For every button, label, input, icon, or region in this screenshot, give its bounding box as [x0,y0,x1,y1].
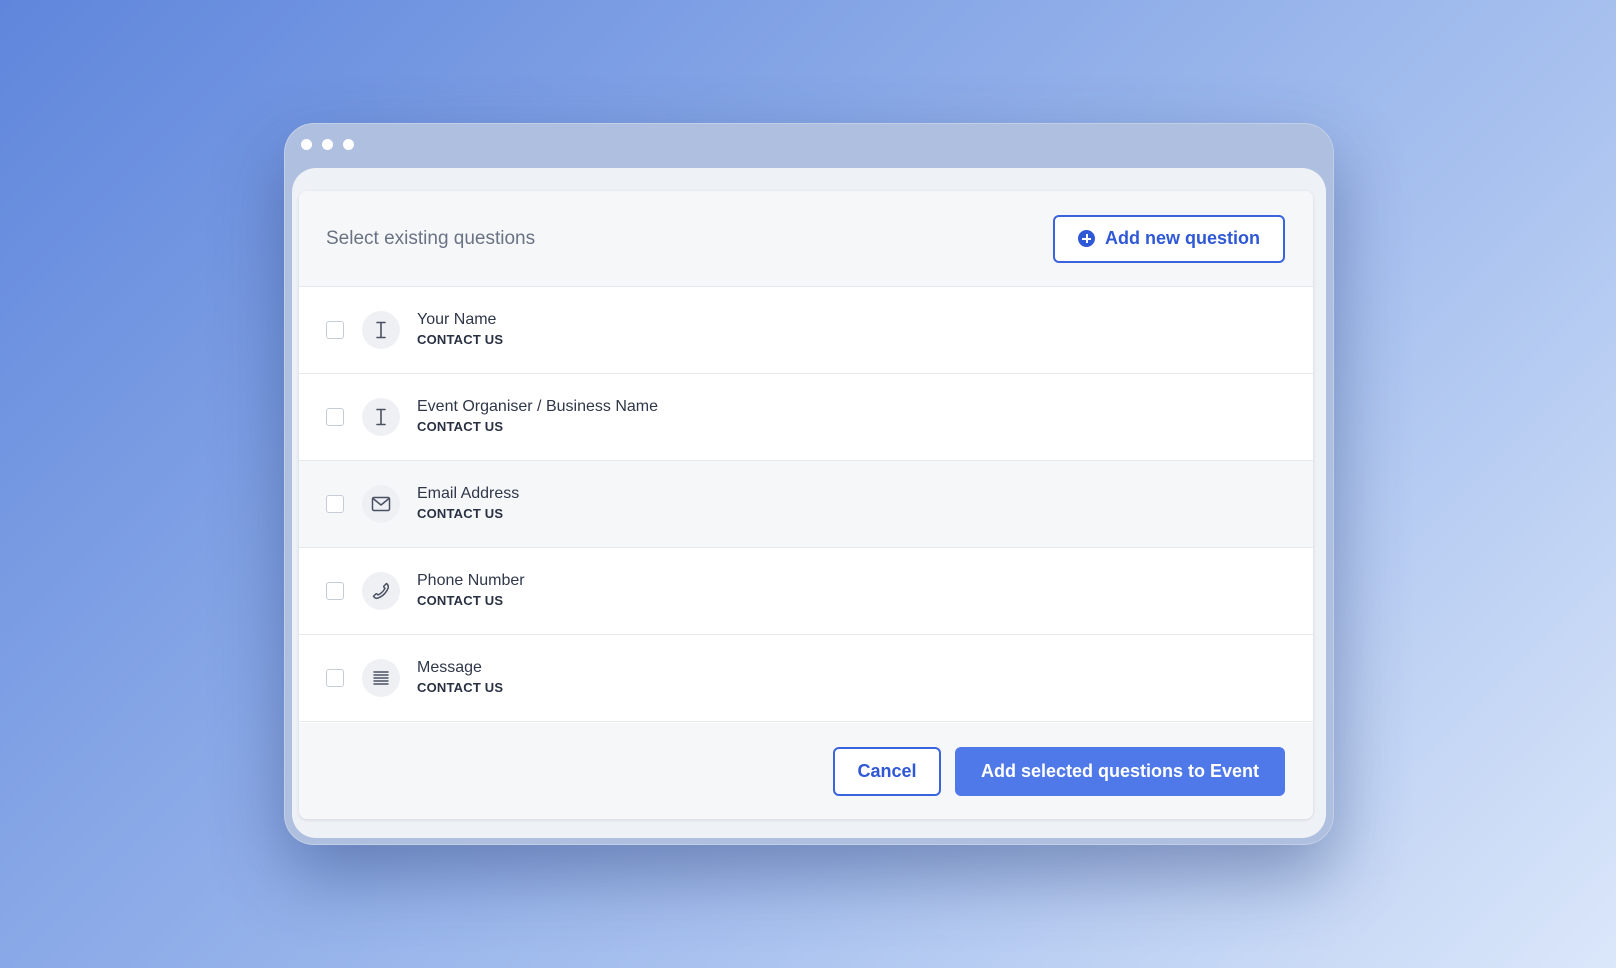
question-group: CONTACT US [417,506,504,521]
envelope-icon [362,485,400,523]
question-checkbox[interactable] [326,669,344,687]
window-dot-icon[interactable] [301,139,312,150]
question-row[interactable]: Event Organiser / Business Name CONTACT … [299,374,1313,461]
window-controls [301,139,354,150]
text-cursor-icon [362,311,400,349]
select-questions-modal: Select existing questions Add new questi… [299,191,1313,819]
question-group: CONTACT US [417,419,504,434]
window-dot-icon[interactable] [322,139,333,150]
text-cursor-icon [362,398,400,436]
modal-footer: Cancel Add selected questions to Event [299,723,1313,819]
question-checkbox[interactable] [326,582,344,600]
question-row[interactable]: Your Name CONTACT US [299,287,1313,374]
question-group: CONTACT US [417,593,504,608]
cancel-button[interactable]: Cancel [833,746,941,796]
question-row[interactable]: Email Address CONTACT US [299,461,1313,548]
plus-circle-icon [1078,230,1095,247]
add-new-question-button[interactable]: Add new question [1053,214,1285,263]
question-group: CONTACT US [417,680,504,695]
paragraph-lines-icon [362,659,400,697]
window-content: Select existing questions Add new questi… [292,168,1326,838]
question-row[interactable]: Message CONTACT US [299,635,1313,722]
question-checkbox[interactable] [326,408,344,426]
question-label: Your Name [417,311,497,328]
question-checkbox[interactable] [326,495,344,513]
question-label: Phone Number [417,572,525,589]
question-label: Event Organiser / Business Name [417,398,658,415]
question-row[interactable]: Phone Number CONTACT US [299,548,1313,635]
browser-window: Select existing questions Add new questi… [284,123,1334,845]
question-list: Your Name CONTACT US Event Organiser / B… [299,287,1313,722]
window-dot-icon[interactable] [343,139,354,150]
phone-icon [362,572,400,610]
question-group: CONTACT US [417,332,504,347]
question-label: Email Address [417,485,520,502]
add-new-question-label: Add new question [1105,228,1260,248]
add-selected-questions-button[interactable]: Add selected questions to Event [955,746,1285,796]
modal-title: Select existing questions [326,227,536,249]
modal-header: Select existing questions Add new questi… [299,191,1313,287]
question-checkbox[interactable] [326,321,344,339]
question-label: Message [417,659,482,676]
